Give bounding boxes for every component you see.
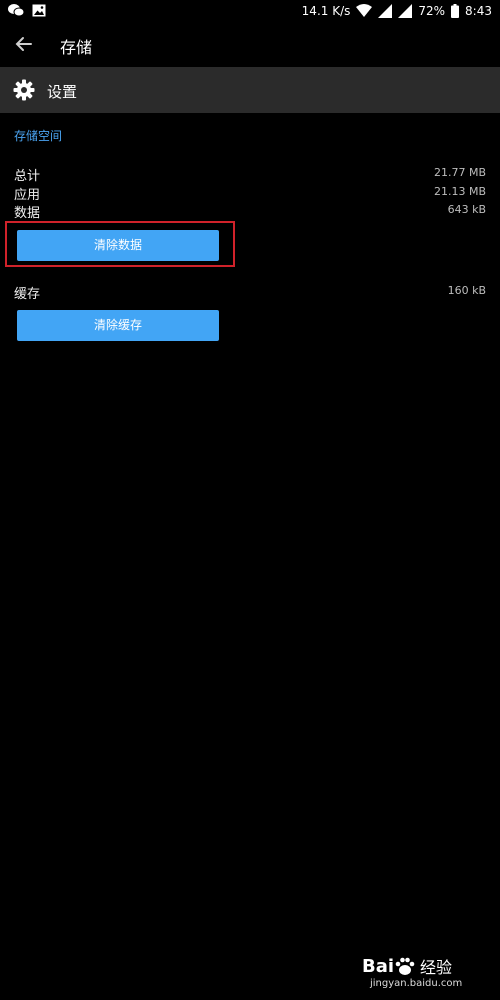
battery-icon — [451, 4, 460, 18]
image-icon — [32, 4, 46, 16]
app-label: 应用 — [14, 188, 41, 203]
data-label: 数据 — [14, 206, 41, 221]
clock: 8:43 — [465, 4, 492, 18]
battery-percent: 72% — [418, 4, 446, 18]
app-row: 应用 21.13 MB — [14, 184, 486, 203]
cache-row: 缓存 160 kB — [14, 283, 486, 302]
network-speed: 14.1 K/s — [301, 4, 351, 18]
storage-section-title: 存储空间 — [14, 129, 63, 143]
wechat-icon — [8, 4, 24, 17]
paw-icon — [395, 957, 415, 975]
total-value: 21.77 MB — [433, 166, 486, 179]
watermark-url: jingyan.baidu.com — [370, 978, 463, 989]
total-row: 总计 21.77 MB — [14, 165, 486, 184]
highlight-box — [5, 221, 235, 267]
back-arrow-icon[interactable] — [12, 32, 36, 56]
watermark-brand: Bai — [362, 955, 395, 977]
page-title: 存储 — [60, 38, 93, 57]
status-bar: 14.1 K/s 72% 8:43 — [0, 0, 500, 22]
gear-icon — [13, 79, 35, 101]
settings-row[interactable]: 设置 — [0, 67, 500, 113]
watermark-product: 经验 — [420, 958, 453, 977]
data-row: 数据 643 kB — [14, 202, 486, 221]
signal-icon — [378, 4, 393, 18]
app-value: 21.13 MB — [433, 185, 486, 198]
clear-cache-button[interactable]: 清除缓存 — [17, 310, 219, 341]
data-value: 643 kB — [447, 203, 486, 216]
cache-value: 160 kB — [447, 284, 486, 297]
settings-label: 设置 — [47, 83, 78, 101]
app-bar: 存储 — [0, 22, 500, 66]
cache-label: 缓存 — [14, 287, 41, 302]
total-label: 总计 — [14, 169, 41, 184]
signal-icon-2 — [398, 4, 413, 18]
wifi-icon — [356, 4, 373, 17]
baidu-watermark: Bai 经验 jingyan.baidu.com — [362, 954, 492, 994]
